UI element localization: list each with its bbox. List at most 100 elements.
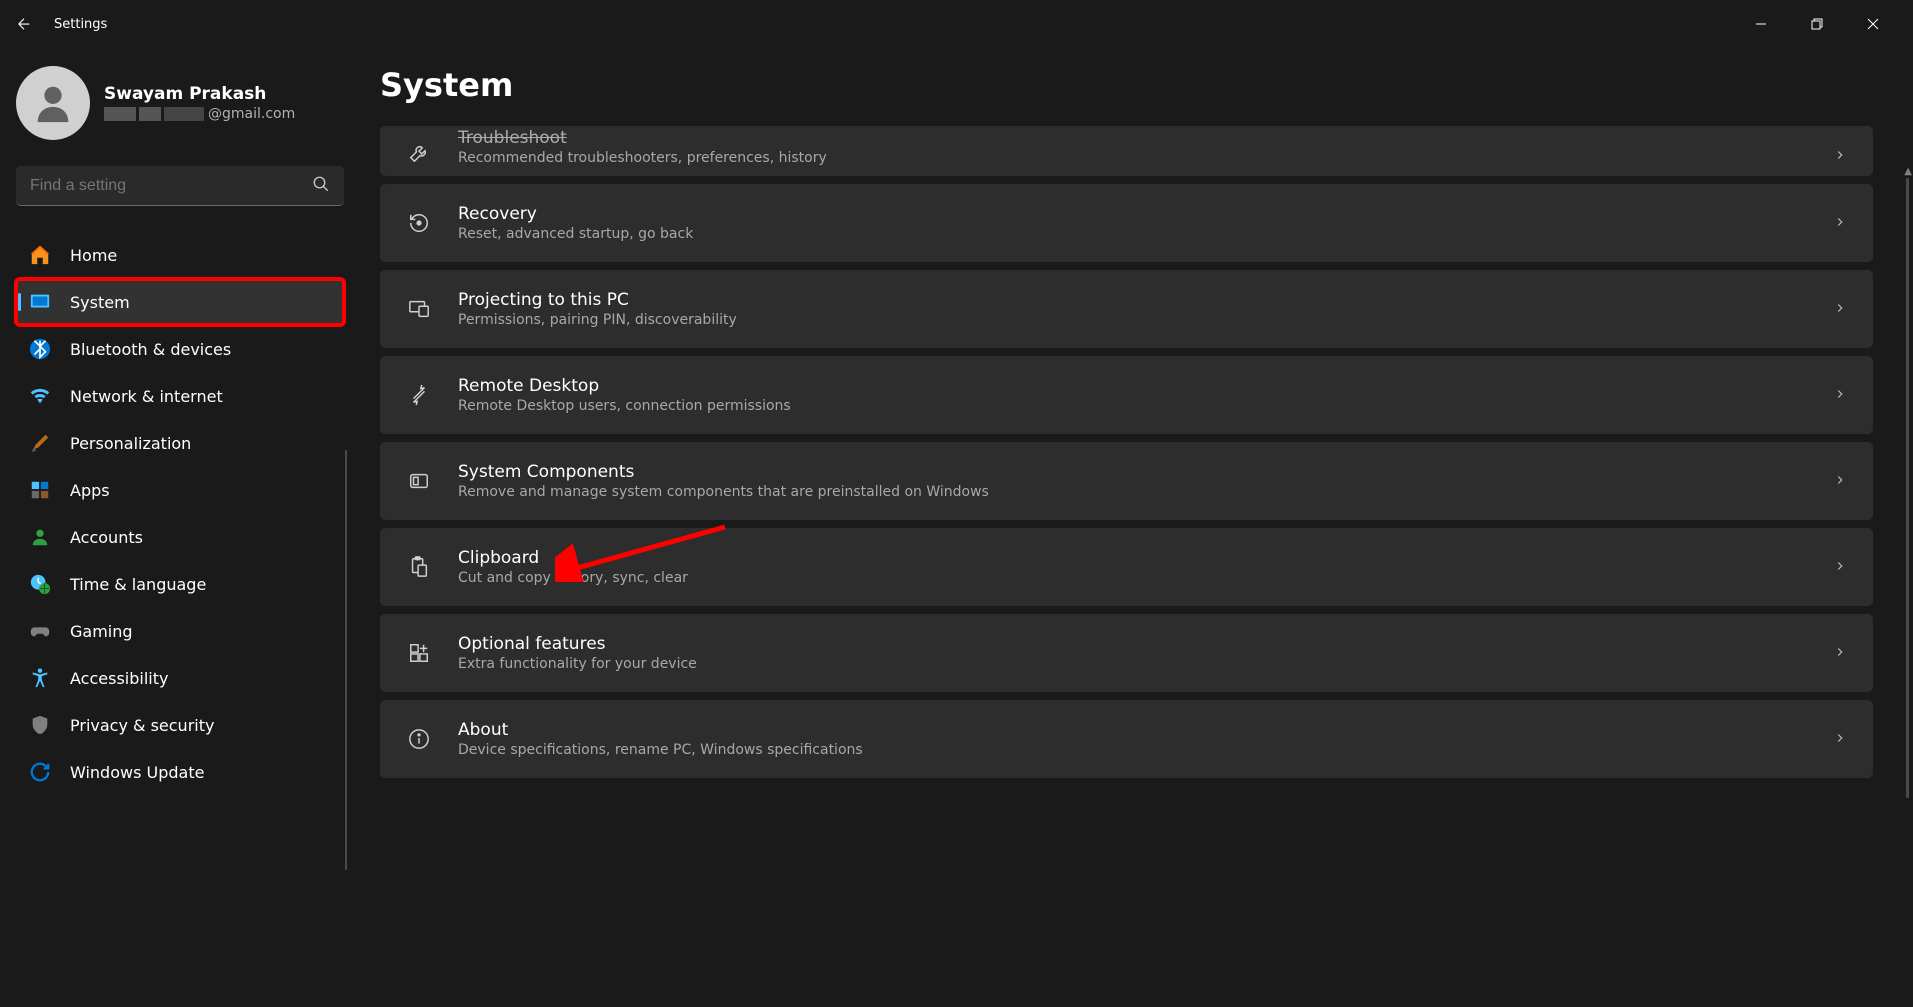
chevron-right-icon	[1833, 558, 1847, 577]
settings-title: Remote Desktop	[458, 376, 1833, 396]
settings-text: Clipboard Cut and copy history, sync, cl…	[458, 548, 1833, 586]
settings-title: About	[458, 720, 1833, 740]
settings-subtitle: Remote Desktop users, connection permiss…	[458, 398, 1833, 414]
accessibility-icon	[28, 666, 52, 690]
settings-title: Recovery	[458, 204, 1833, 224]
nav-list: Home System	[16, 232, 344, 796]
settings-title: Troubleshoot	[458, 128, 1833, 148]
settings-title: Clipboard	[458, 548, 1833, 568]
content: System Troubleshoot Recommended troubles…	[360, 48, 1913, 1007]
scroll-up-icon[interactable]: ▲	[1904, 166, 1912, 177]
optional-features-icon	[406, 640, 432, 666]
sidebar-item-system[interactable]: System	[16, 279, 344, 325]
page-title: System	[380, 66, 1873, 104]
maximize-icon	[1811, 18, 1823, 30]
nav-label: Time & language	[70, 575, 206, 594]
settings-item-clipboard[interactable]: Clipboard Cut and copy history, sync, cl…	[380, 528, 1873, 606]
settings-item-about[interactable]: About Device specifications, rename PC, …	[380, 700, 1873, 778]
settings-item-optional-features[interactable]: Optional features Extra functionality fo…	[380, 614, 1873, 692]
settings-title: System Components	[458, 462, 1833, 482]
nav-label: Home	[70, 246, 117, 265]
sidebar-item-gaming[interactable]: Gaming	[16, 608, 344, 654]
sidebar-item-time-language[interactable]: Time & language	[16, 561, 344, 607]
sidebar-item-personalization[interactable]: Personalization	[16, 420, 344, 466]
components-icon	[406, 468, 432, 494]
chevron-right-icon	[1833, 214, 1847, 233]
minimize-icon	[1755, 18, 1767, 30]
settings-item-remote-desktop[interactable]: Remote Desktop Remote Desktop users, con…	[380, 356, 1873, 434]
nav-label: Personalization	[70, 434, 191, 453]
settings-subtitle: Reset, advanced startup, go back	[458, 226, 1833, 242]
sidebar-item-privacy[interactable]: Privacy & security	[16, 702, 344, 748]
close-icon	[1867, 18, 1879, 30]
sidebar-item-windows-update[interactable]: Windows Update	[16, 749, 344, 795]
settings-text: Remote Desktop Remote Desktop users, con…	[458, 376, 1833, 414]
settings-item-troubleshoot[interactable]: Troubleshoot Recommended troubleshooters…	[380, 126, 1873, 176]
user-info: Swayam Prakash @gmail.com	[104, 84, 295, 122]
email-suffix: @gmail.com	[208, 106, 295, 122]
search-input[interactable]	[16, 166, 344, 206]
settings-text: Projecting to this PC Permissions, pairi…	[458, 290, 1833, 328]
settings-subtitle: Remove and manage system components that…	[458, 484, 1833, 500]
chevron-right-icon	[1833, 644, 1847, 663]
main-layout: Swayam Prakash @gmail.com	[0, 48, 1913, 1007]
system-icon	[28, 290, 52, 314]
chevron-right-icon	[1833, 386, 1847, 405]
person-icon	[30, 80, 76, 126]
settings-subtitle: Device specifications, rename PC, Window…	[458, 742, 1833, 758]
titlebar: Settings	[0, 0, 1913, 48]
settings-title: Projecting to this PC	[458, 290, 1833, 310]
settings-item-system-components[interactable]: System Components Remove and manage syst…	[380, 442, 1873, 520]
bluetooth-icon	[28, 337, 52, 361]
chevron-right-icon	[1833, 472, 1847, 491]
back-button[interactable]	[12, 12, 36, 36]
remote-desktop-icon	[406, 382, 432, 408]
recovery-icon	[406, 210, 432, 236]
settings-subtitle: Cut and copy history, sync, clear	[458, 570, 1833, 586]
user-email: @gmail.com	[104, 106, 295, 122]
minimize-button[interactable]	[1733, 4, 1789, 44]
sidebar-item-accessibility[interactable]: Accessibility	[16, 655, 344, 701]
shield-icon	[28, 713, 52, 737]
nav-label: Network & internet	[70, 387, 223, 406]
sidebar-item-apps[interactable]: Apps	[16, 467, 344, 513]
sidebar-item-network[interactable]: Network & internet	[16, 373, 344, 419]
accounts-icon	[28, 525, 52, 549]
close-button[interactable]	[1845, 4, 1901, 44]
wifi-icon	[28, 384, 52, 408]
settings-text: Recovery Reset, advanced startup, go bac…	[458, 204, 1833, 242]
sidebar: Swayam Prakash @gmail.com	[0, 48, 360, 1007]
content-scrollbar[interactable]	[1906, 178, 1909, 798]
chevron-right-icon	[1833, 730, 1847, 749]
nav-label: Accounts	[70, 528, 143, 547]
sidebar-item-bluetooth[interactable]: Bluetooth & devices	[16, 326, 344, 372]
sidebar-item-accounts[interactable]: Accounts	[16, 514, 344, 560]
settings-subtitle: Extra functionality for your device	[458, 656, 1833, 672]
clipboard-icon	[406, 554, 432, 580]
sidebar-scrollbar[interactable]	[345, 450, 347, 870]
titlebar-left: Settings	[12, 12, 107, 36]
nav-label: Gaming	[70, 622, 133, 641]
settings-list: Troubleshoot Recommended troubleshooters…	[380, 126, 1873, 778]
settings-subtitle: Recommended troubleshooters, preferences…	[458, 150, 1833, 166]
home-icon	[28, 243, 52, 267]
maximize-button[interactable]	[1789, 4, 1845, 44]
user-section[interactable]: Swayam Prakash @gmail.com	[16, 66, 344, 166]
info-icon	[406, 726, 432, 752]
settings-item-projecting[interactable]: Projecting to this PC Permissions, pairi…	[380, 270, 1873, 348]
settings-title: Optional features	[458, 634, 1833, 654]
avatar	[16, 66, 90, 140]
search-icon	[312, 175, 330, 197]
nav-label: Windows Update	[70, 763, 204, 782]
settings-text: Troubleshoot Recommended troubleshooters…	[458, 128, 1833, 166]
email-redacted	[104, 107, 204, 121]
settings-item-recovery[interactable]: Recovery Reset, advanced startup, go bac…	[380, 184, 1873, 262]
paintbrush-icon	[28, 431, 52, 455]
projecting-icon	[406, 296, 432, 322]
nav-label: Bluetooth & devices	[70, 340, 231, 359]
settings-text: Optional features Extra functionality fo…	[458, 634, 1833, 672]
window-controls	[1733, 4, 1901, 44]
chevron-right-icon	[1833, 300, 1847, 319]
sidebar-item-home[interactable]: Home	[16, 232, 344, 278]
chevron-right-icon	[1833, 147, 1847, 166]
